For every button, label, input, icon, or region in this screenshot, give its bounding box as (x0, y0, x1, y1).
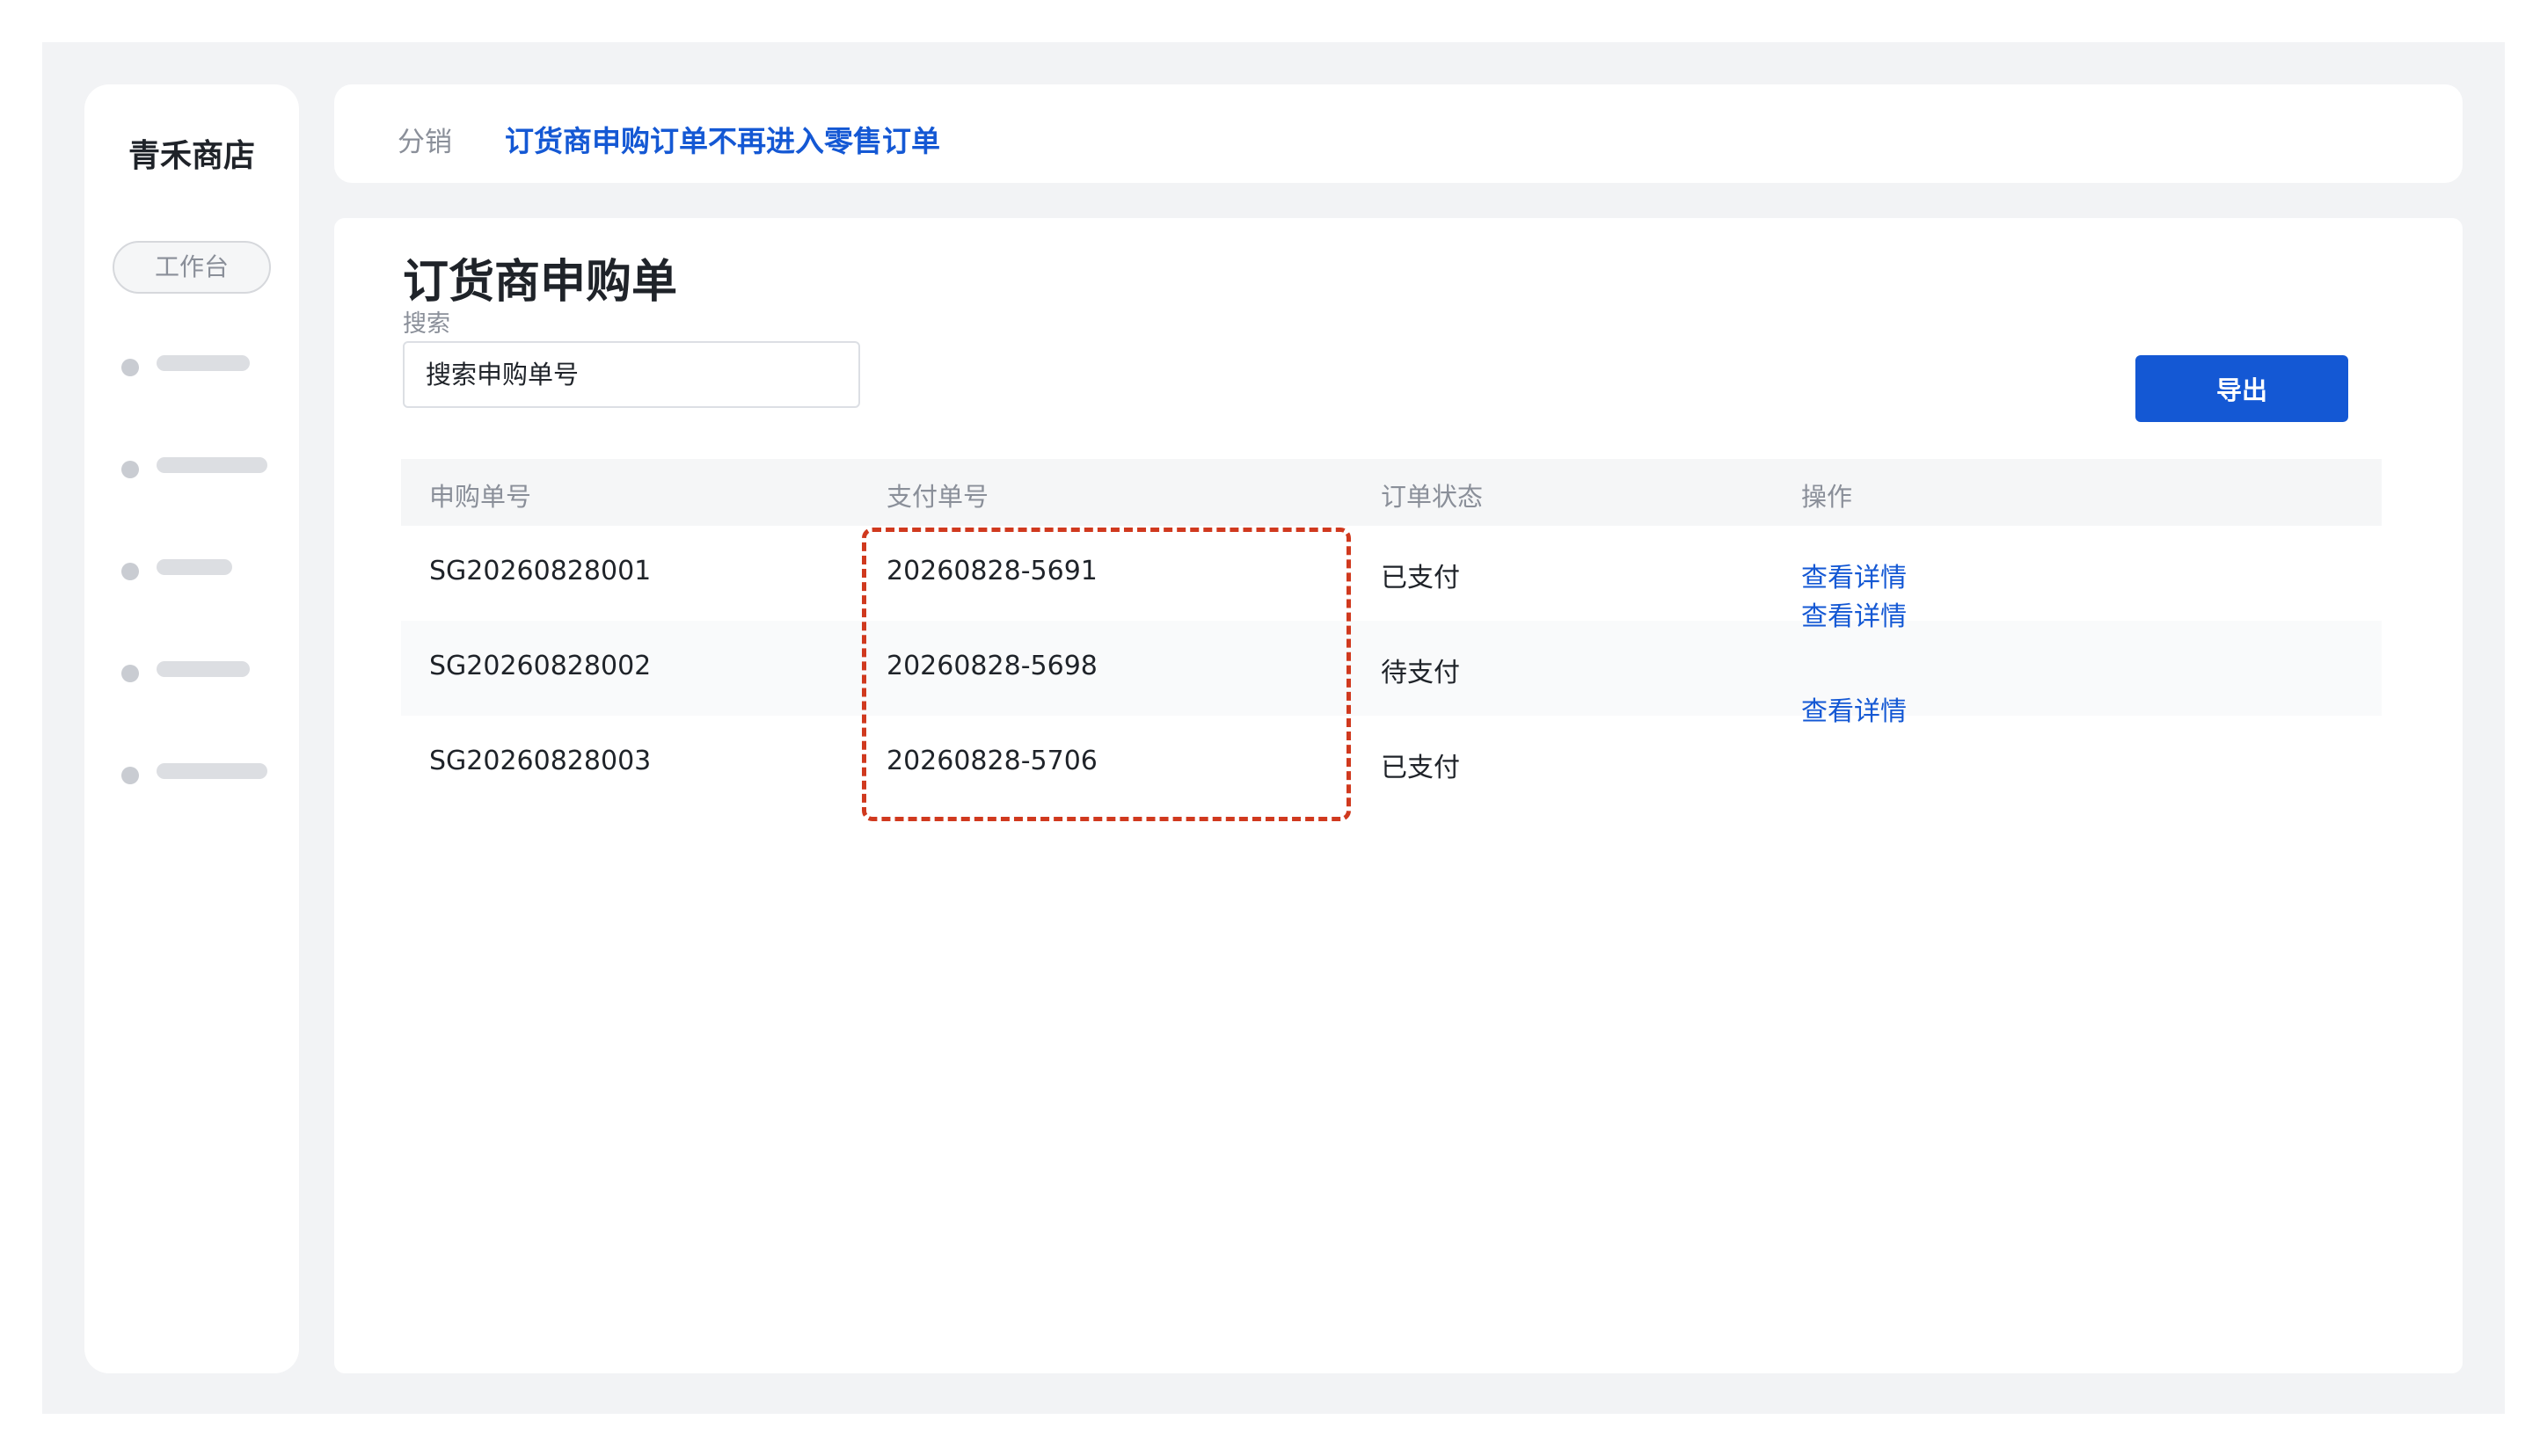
nav-dot-icon (121, 665, 139, 682)
workspace-button[interactable]: 工作台 (113, 241, 271, 294)
status-cell: 已支付 (1381, 563, 1460, 593)
column-header-actions: 操作 (1801, 482, 1853, 512)
page-title: 订货商申购单 (403, 256, 678, 309)
nav-label-placeholder (157, 457, 267, 473)
nav-label-placeholder (157, 559, 232, 575)
breadcrumb-section[interactable]: 分销 (398, 120, 452, 159)
search-label: 搜索 (403, 310, 450, 338)
breadcrumb: 分销 订货商申购订单不再进入零售订单 (334, 84, 2463, 183)
table-header: 申购单号 支付单号 订单状态 操作 (401, 459, 2382, 526)
export-button[interactable]: 导出 (2135, 355, 2348, 422)
nav-dot-icon (121, 461, 139, 478)
nav-dot-icon (121, 767, 139, 784)
nav-label-placeholder (157, 763, 267, 779)
order-no-cell: SG20260828001 (429, 556, 652, 586)
nav-dot-icon (121, 563, 139, 580)
table-row: SG20260828002 20260828-5698 待支付 (401, 621, 2382, 716)
view-details-link[interactable]: 查看详情 (1801, 594, 1907, 633)
nav-label-placeholder (157, 661, 250, 677)
order-no-cell: SG20260828003 (429, 746, 652, 776)
column-header-order-no: 申购单号 (429, 482, 532, 512)
status-cell: 已支付 (1381, 753, 1460, 783)
search-input[interactable] (403, 341, 860, 408)
table-row: SG20260828001 20260828-5691 已支付 (401, 526, 2382, 621)
payment-column-highlight (862, 528, 1351, 821)
nav-dot-icon (121, 359, 139, 376)
column-header-payment-no: 支付单号 (887, 482, 989, 512)
breadcrumb-current: 订货商申购订单不再进入零售订单 (505, 124, 940, 158)
column-header-status: 订单状态 (1381, 482, 1484, 512)
brand-name: 青禾商店 (128, 138, 255, 174)
nav-label-placeholder (157, 355, 250, 371)
view-details-link[interactable]: 查看详情 (1801, 556, 1907, 594)
view-details-link[interactable]: 查看详情 (1801, 689, 1907, 728)
table-row: SG20260828003 20260828-5706 已支付 (401, 716, 2382, 811)
order-no-cell: SG20260828002 (429, 651, 652, 681)
status-cell: 待支付 (1381, 658, 1460, 688)
